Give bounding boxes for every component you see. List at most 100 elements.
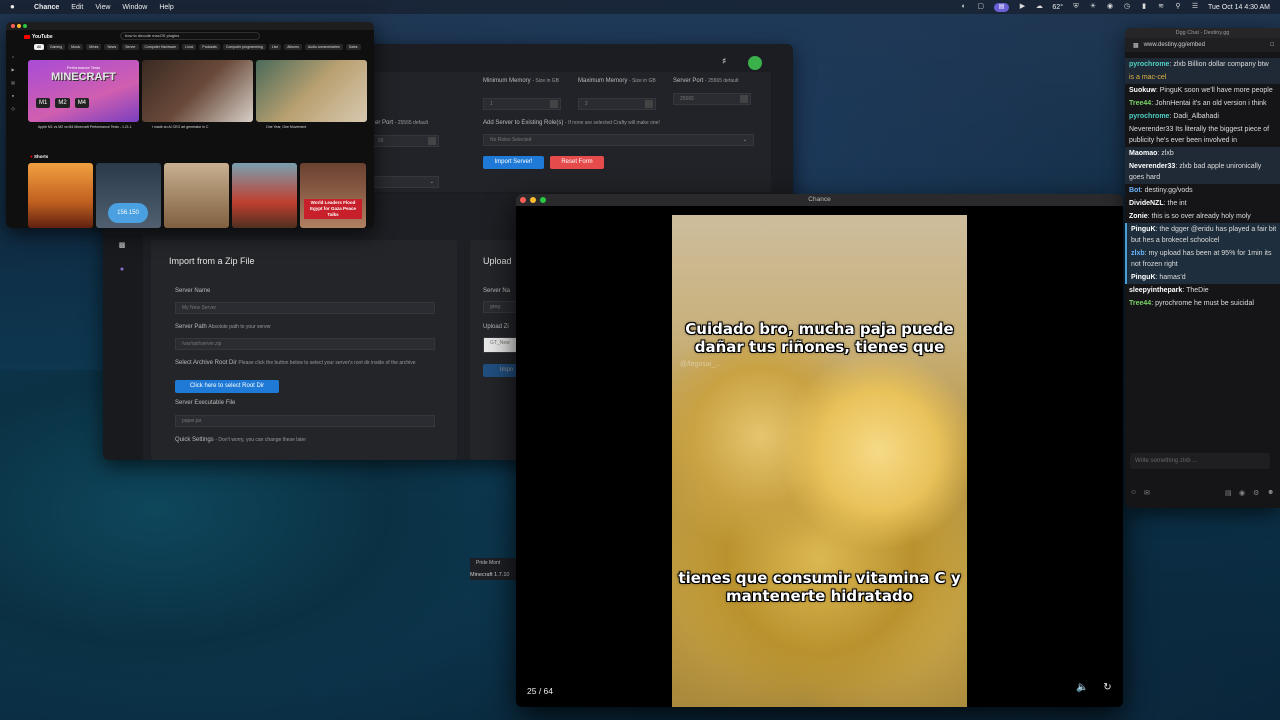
chat-username[interactable]: pyrochrome: [1129, 113, 1169, 120]
chip-programming[interactable]: Computer programming: [222, 44, 266, 50]
chip-live[interactable]: Live: [268, 44, 282, 50]
shield-icon[interactable]: ⛨: [1072, 3, 1080, 11]
status-pill-icon[interactable]: ▤: [993, 2, 1010, 12]
chat-username[interactable]: PinguK: [1131, 226, 1156, 233]
palette-icon[interactable]: ●: [118, 266, 126, 274]
menu-help[interactable]: Help: [159, 4, 173, 11]
min-memory-field[interactable]: 1: [483, 98, 561, 110]
chat-username[interactable]: Maomao: [1129, 150, 1157, 157]
chat-username[interactable]: sleepyinthepark: [1129, 287, 1182, 294]
volume-icon[interactable]: 🔈: [1076, 682, 1088, 693]
max-memory-field[interactable]: 2: [578, 98, 656, 110]
battery-icon[interactable]: ▮: [1140, 3, 1148, 11]
subscriptions-icon[interactable]: ▤: [6, 76, 20, 89]
control-center-icon[interactable]: ☰: [1191, 3, 1199, 11]
chat-url[interactable]: www.destiny.gg/embed: [1144, 42, 1205, 48]
search-icon[interactable]: ⚲: [1174, 3, 1182, 11]
chat-username[interactable]: DivideNZL: [1129, 200, 1164, 207]
settings-gear-icon[interactable]: ⚙: [1253, 489, 1261, 497]
chat-username[interactable]: pyrochrome: [1129, 61, 1169, 68]
chat-username[interactable]: PinguK: [1131, 274, 1156, 281]
reset-form-button[interactable]: Reset Form: [550, 156, 604, 169]
chat-username[interactable]: Neverender33: [1129, 163, 1175, 170]
time-machine-icon[interactable]: ◷: [1123, 3, 1131, 11]
chip-podcasts[interactable]: Podcasts: [199, 44, 220, 50]
chip-all[interactable]: All: [34, 44, 44, 50]
video-thumbnail-2[interactable]: [142, 60, 253, 122]
chip-gaming[interactable]: Gaming: [46, 44, 66, 50]
chat-message: PinguK: the dgger @eridu has played a fa…: [1125, 223, 1280, 247]
datetime-label[interactable]: Tue Oct 14 4:30 AM: [1208, 4, 1270, 11]
chip-hardware[interactable]: Computer Hardware: [141, 44, 180, 50]
screen-record-icon[interactable]: ◐: [960, 3, 968, 11]
apple-menu-icon[interactable]: ●: [10, 3, 20, 11]
video-title-1[interactable]: Apple M1 vs M2 vs M4 Minecraft Performan…: [38, 125, 138, 129]
archive-icon[interactable]: ▤: [1225, 489, 1233, 497]
you-icon[interactable]: ●: [6, 89, 20, 102]
chip-sales[interactable]: Sales: [345, 44, 361, 50]
chip-mixes[interactable]: Mixes: [86, 44, 102, 50]
server-port-field-left[interactable]: 65: [371, 135, 439, 147]
menu-window[interactable]: Window: [122, 4, 147, 11]
antenna-icon[interactable]: ♯: [720, 58, 728, 66]
home-icon[interactable]: ⌂: [6, 50, 20, 63]
chip-server[interactable]: Server: [122, 44, 139, 50]
video-title-3[interactable]: One Year, One Movement: [266, 125, 366, 129]
chip-news[interactable]: News: [104, 44, 120, 50]
menu-edit[interactable]: Edit: [71, 4, 83, 11]
history-icon[interactable]: ◷: [6, 102, 20, 115]
menu-view[interactable]: View: [95, 4, 110, 11]
select-root-dir-button[interactable]: Click here to select Root Dir: [175, 380, 279, 393]
chat-username[interactable]: Tree44: [1129, 100, 1151, 107]
import-server-button[interactable]: Import Server!: [483, 156, 544, 169]
shorts-icon[interactable]: ▶: [6, 63, 20, 76]
roles-select[interactable]: No Roles Selected ⌄: [483, 134, 754, 146]
video-title-2[interactable]: I made an AI CEO art generator in C: [152, 125, 252, 129]
chip-music[interactable]: Music: [68, 44, 84, 50]
youtube-logo[interactable]: YouTube: [24, 34, 53, 40]
chip-linux[interactable]: Linux: [182, 44, 197, 50]
short-thumbnail-3[interactable]: [164, 163, 229, 228]
short-thumbnail-5[interactable]: World Leaders Flood Egypt for Gaza Peace…: [300, 163, 366, 228]
chat-username[interactable]: Zonie: [1129, 213, 1148, 220]
eye-icon[interactable]: ◉: [1239, 489, 1247, 497]
wifi-icon[interactable]: ≋: [1157, 3, 1165, 11]
lock-icon[interactable]: ▩: [118, 242, 126, 250]
server-port-field[interactable]: 25565: [673, 93, 751, 105]
server-name-input[interactable]: My New Server: [175, 302, 435, 314]
screen-mirror-icon[interactable]: ▢: [977, 3, 985, 11]
chip-audio[interactable]: Audio commentaries: [304, 44, 343, 50]
vpn-icon[interactable]: ◉: [1106, 3, 1114, 11]
bookmark-icon[interactable]: □: [1270, 42, 1274, 48]
chip-albums[interactable]: Albums: [284, 44, 302, 50]
video-frame[interactable]: Cuidado bro, mucha paja puede dañar tus …: [672, 215, 967, 707]
emote-icon[interactable]: ☺: [1130, 489, 1138, 497]
weather-icon[interactable]: ☁: [1035, 3, 1043, 11]
menu-app-name[interactable]: Chance: [34, 4, 59, 11]
short-thumbnail-2[interactable]: 156.150: [96, 163, 161, 228]
left-dropdown[interactable]: ⌄: [371, 176, 439, 188]
short-thumbnail-4[interactable]: [232, 163, 297, 228]
video-thumbnail-1[interactable]: Performance Tests MINECRAFT M1 M2 M4: [28, 60, 139, 122]
chat-username[interactable]: Bot: [1129, 187, 1141, 194]
video-thumbnail-3[interactable]: [256, 60, 367, 122]
close-button[interactable]: [11, 24, 15, 28]
chat-username[interactable]: Suokuw: [1129, 87, 1156, 94]
zoom-button[interactable]: [23, 24, 27, 28]
chat-username[interactable]: Tree44: [1129, 300, 1151, 307]
users-icon[interactable]: ☻: [1267, 489, 1275, 497]
avatar[interactable]: [748, 56, 762, 70]
chat-username[interactable]: zlxb: [1131, 250, 1145, 257]
brightness-icon[interactable]: ☀: [1089, 3, 1097, 11]
server-path-input[interactable]: /var/opt/server.zip: [175, 338, 435, 350]
play-icon[interactable]: ▶: [1018, 3, 1026, 11]
server-path-label: Server Path Absolute path to your server: [175, 324, 271, 330]
executable-input[interactable]: paper.jar: [175, 415, 435, 427]
rotate-icon[interactable]: ↻: [1102, 682, 1113, 693]
whisper-icon[interactable]: ✉: [1144, 489, 1152, 497]
short-thumbnail-1[interactable]: [28, 163, 93, 228]
minimize-button[interactable]: [17, 24, 21, 28]
chat-input[interactable]: Write something zlxb ...: [1130, 453, 1270, 469]
youtube-search-input[interactable]: how to decode macOS plugins: [120, 32, 260, 40]
youtube-titlebar: [6, 22, 374, 30]
